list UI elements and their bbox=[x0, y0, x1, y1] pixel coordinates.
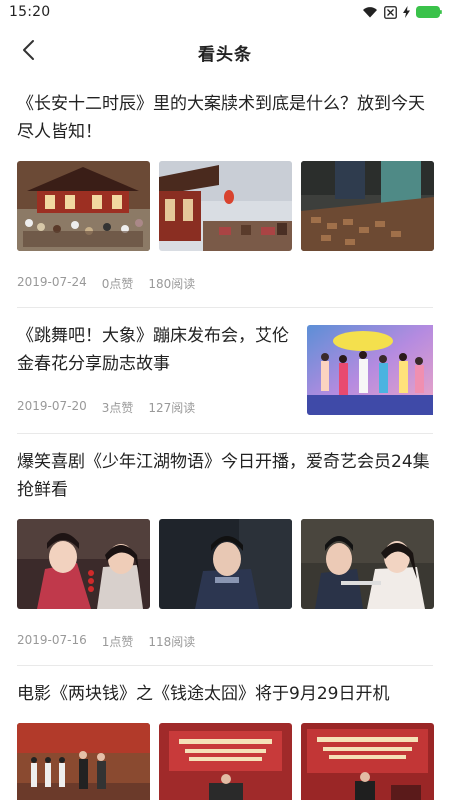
article-item[interactable]: 爆笑喜剧《少年江湖物语》今日开播，爱奇艺会员24集抢鲜看 2019-07-16 … bbox=[17, 434, 434, 666]
article-image bbox=[17, 519, 150, 609]
article-meta: 2019-07-16 1点赞 118阅读 bbox=[17, 633, 195, 650]
article-likes: 0点赞 bbox=[101, 277, 134, 291]
article-image bbox=[159, 519, 292, 609]
article-likes: 3点赞 bbox=[101, 401, 134, 415]
status-time: 15:20 bbox=[9, 4, 51, 20]
article-likes: 1点赞 bbox=[101, 635, 134, 649]
article-image bbox=[301, 161, 434, 251]
article-reads: 118阅读 bbox=[148, 635, 196, 649]
article-date: 2019-07-24 bbox=[17, 275, 87, 289]
status-icons bbox=[362, 5, 442, 19]
article-title: 电影《两块钱》之《钱途太囧》将于9月29日开机 bbox=[17, 684, 390, 704]
article-meta: 2019-07-20 3点赞 127阅读 bbox=[17, 399, 195, 416]
article-title: 《长安十二时辰》里的大案牍术到底是什么？放到今天尽人皆知！ bbox=[17, 94, 425, 142]
article-image bbox=[159, 723, 292, 800]
page-title: 看头条 bbox=[198, 45, 252, 65]
article-meta: 2019-07-24 0点赞 180阅读 bbox=[17, 275, 195, 292]
nav-bar: 看头条 bbox=[0, 28, 450, 76]
article-date: 2019-07-20 bbox=[17, 399, 87, 413]
charging-icon bbox=[403, 6, 410, 18]
wifi-icon bbox=[362, 6, 378, 18]
battery-icon bbox=[416, 6, 442, 18]
article-reads: 180阅读 bbox=[148, 277, 196, 291]
article-item[interactable]: 电影《两块钱》之《钱途太囧》将于9月29日开机 bbox=[17, 666, 434, 800]
article-image bbox=[307, 325, 440, 415]
article-images bbox=[17, 161, 434, 251]
article-title: 《跳舞吧！大象》蹦床发布会，艾伦金春花分享励志故事 bbox=[17, 326, 289, 374]
status-bar: 15:20 bbox=[0, 0, 450, 24]
sim-off-icon bbox=[384, 5, 397, 19]
article-images bbox=[17, 519, 434, 609]
article-item[interactable]: 《长安十二时辰》里的大案牍术到底是什么？放到今天尽人皆知！ 2019-07-24… bbox=[17, 76, 434, 308]
article-title: 爆笑喜剧《少年江湖物语》今日开播，爱奇艺会员24集抢鲜看 bbox=[17, 452, 430, 500]
article-image bbox=[159, 161, 292, 251]
article-images bbox=[17, 723, 434, 800]
article-item[interactable]: 《跳舞吧！大象》蹦床发布会，艾伦金春花分享励志故事 2019-07-20 3点赞… bbox=[17, 308, 433, 434]
article-image bbox=[301, 723, 434, 800]
article-reads: 127阅读 bbox=[148, 401, 196, 415]
article-date: 2019-07-16 bbox=[17, 633, 87, 647]
article-feed: 《长安十二时辰》里的大案牍术到底是什么？放到今天尽人皆知！ 2019-07-24… bbox=[0, 76, 450, 800]
article-image bbox=[17, 723, 150, 800]
article-image bbox=[17, 161, 150, 251]
article-image bbox=[301, 519, 434, 609]
